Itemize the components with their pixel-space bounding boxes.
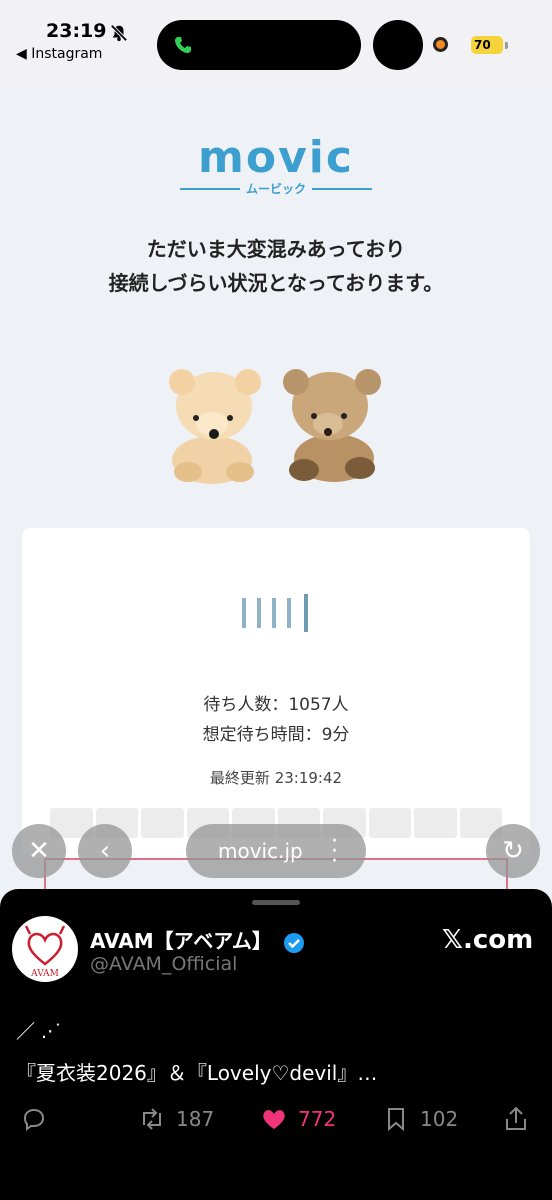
dynamic-island[interactable] xyxy=(157,20,361,70)
battery-tip xyxy=(505,42,508,49)
retweet-icon xyxy=(143,1108,161,1130)
movic-logo: movic ムービック xyxy=(180,132,373,196)
queue-progress-icon xyxy=(242,594,308,632)
bookmark-button[interactable]: 102 xyxy=(382,1105,458,1133)
tweet-preview-sheet: AVAM AVAM【アベアム】 @AVAM_Official 𝕏.com ／ .… xyxy=(0,889,552,1200)
reply-button[interactable] xyxy=(20,1105,48,1133)
like-count: 772 xyxy=(298,1107,337,1131)
reload-button[interactable]: ↻ xyxy=(486,824,540,878)
x-com-link[interactable]: 𝕏.com xyxy=(442,925,533,955)
close-button[interactable]: ✕ xyxy=(12,824,66,878)
bell-muted-icon xyxy=(110,24,128,42)
busy-message-line2: 接続しづらい状況となっております。 xyxy=(108,271,444,295)
logo-main-text: movic xyxy=(198,132,354,183)
status-bar: 23:19 ◀ Instagram 70 xyxy=(0,0,552,86)
back-button[interactable]: ‹ xyxy=(78,824,132,878)
share-icon xyxy=(506,1106,526,1130)
url-bar[interactable]: movic.jp · · · xyxy=(186,824,366,878)
share-button[interactable] xyxy=(502,1105,530,1133)
avam-logo: AVAM xyxy=(24,925,66,979)
verified-icon xyxy=(283,932,304,953)
retweet-button[interactable]: 187 xyxy=(138,1105,214,1133)
like-button[interactable]: 772 xyxy=(260,1105,336,1133)
reload-icon: ↻ xyxy=(502,836,524,866)
front-camera xyxy=(373,20,423,70)
close-icon: ✕ xyxy=(28,836,50,866)
tweet-author[interactable]: AVAM【アベアム】 xyxy=(90,925,305,954)
clock: 23:19 xyxy=(46,20,107,42)
tweet-text-line2: 『夏衣装2026』＆『Lovely♡devil』… xyxy=(16,1061,378,1085)
avatar[interactable]: AVAM xyxy=(12,916,78,982)
teddy-bears-image xyxy=(169,369,381,484)
tweet-text-line1: ／ .·˙ xyxy=(16,1021,63,1043)
phone-icon xyxy=(175,37,191,53)
waiting-time: 想定待ち時間：9分 xyxy=(202,725,350,745)
url-text: movic.jp xyxy=(218,839,303,863)
retweet-count: 187 xyxy=(176,1107,215,1131)
author-name: AVAM【アベアム】 xyxy=(90,929,272,953)
tweet-handle: @AVAM_Official xyxy=(90,953,238,975)
heart-icon xyxy=(263,1110,285,1129)
bookmark-count: 102 xyxy=(420,1107,459,1131)
busy-message: ただいま大変混みあっており 接続しづらい状況となっております。 xyxy=(0,232,552,300)
svg-text:AVAM: AVAM xyxy=(30,969,59,979)
busy-message-line1: ただいま大変混みあっており xyxy=(146,237,406,261)
back-to-instagram-link[interactable]: ◀ Instagram xyxy=(16,46,102,62)
tweet-actions: 187 772 102 xyxy=(0,1105,552,1145)
reply-icon xyxy=(23,1108,45,1131)
battery-indicator: 70 xyxy=(471,36,503,54)
chevron-left-icon: ‹ xyxy=(99,836,111,866)
more-vertical-icon[interactable]: · · · xyxy=(331,831,338,873)
sheet-drag-handle[interactable] xyxy=(252,900,300,905)
recording-indicator xyxy=(433,37,448,52)
logo-sub-text: ムービック xyxy=(246,182,307,196)
bookmark-icon xyxy=(388,1108,404,1132)
waiting-count: 待ち人数：1057人 xyxy=(203,695,349,715)
last-updated: 最終更新 23:19:42 xyxy=(209,769,343,787)
